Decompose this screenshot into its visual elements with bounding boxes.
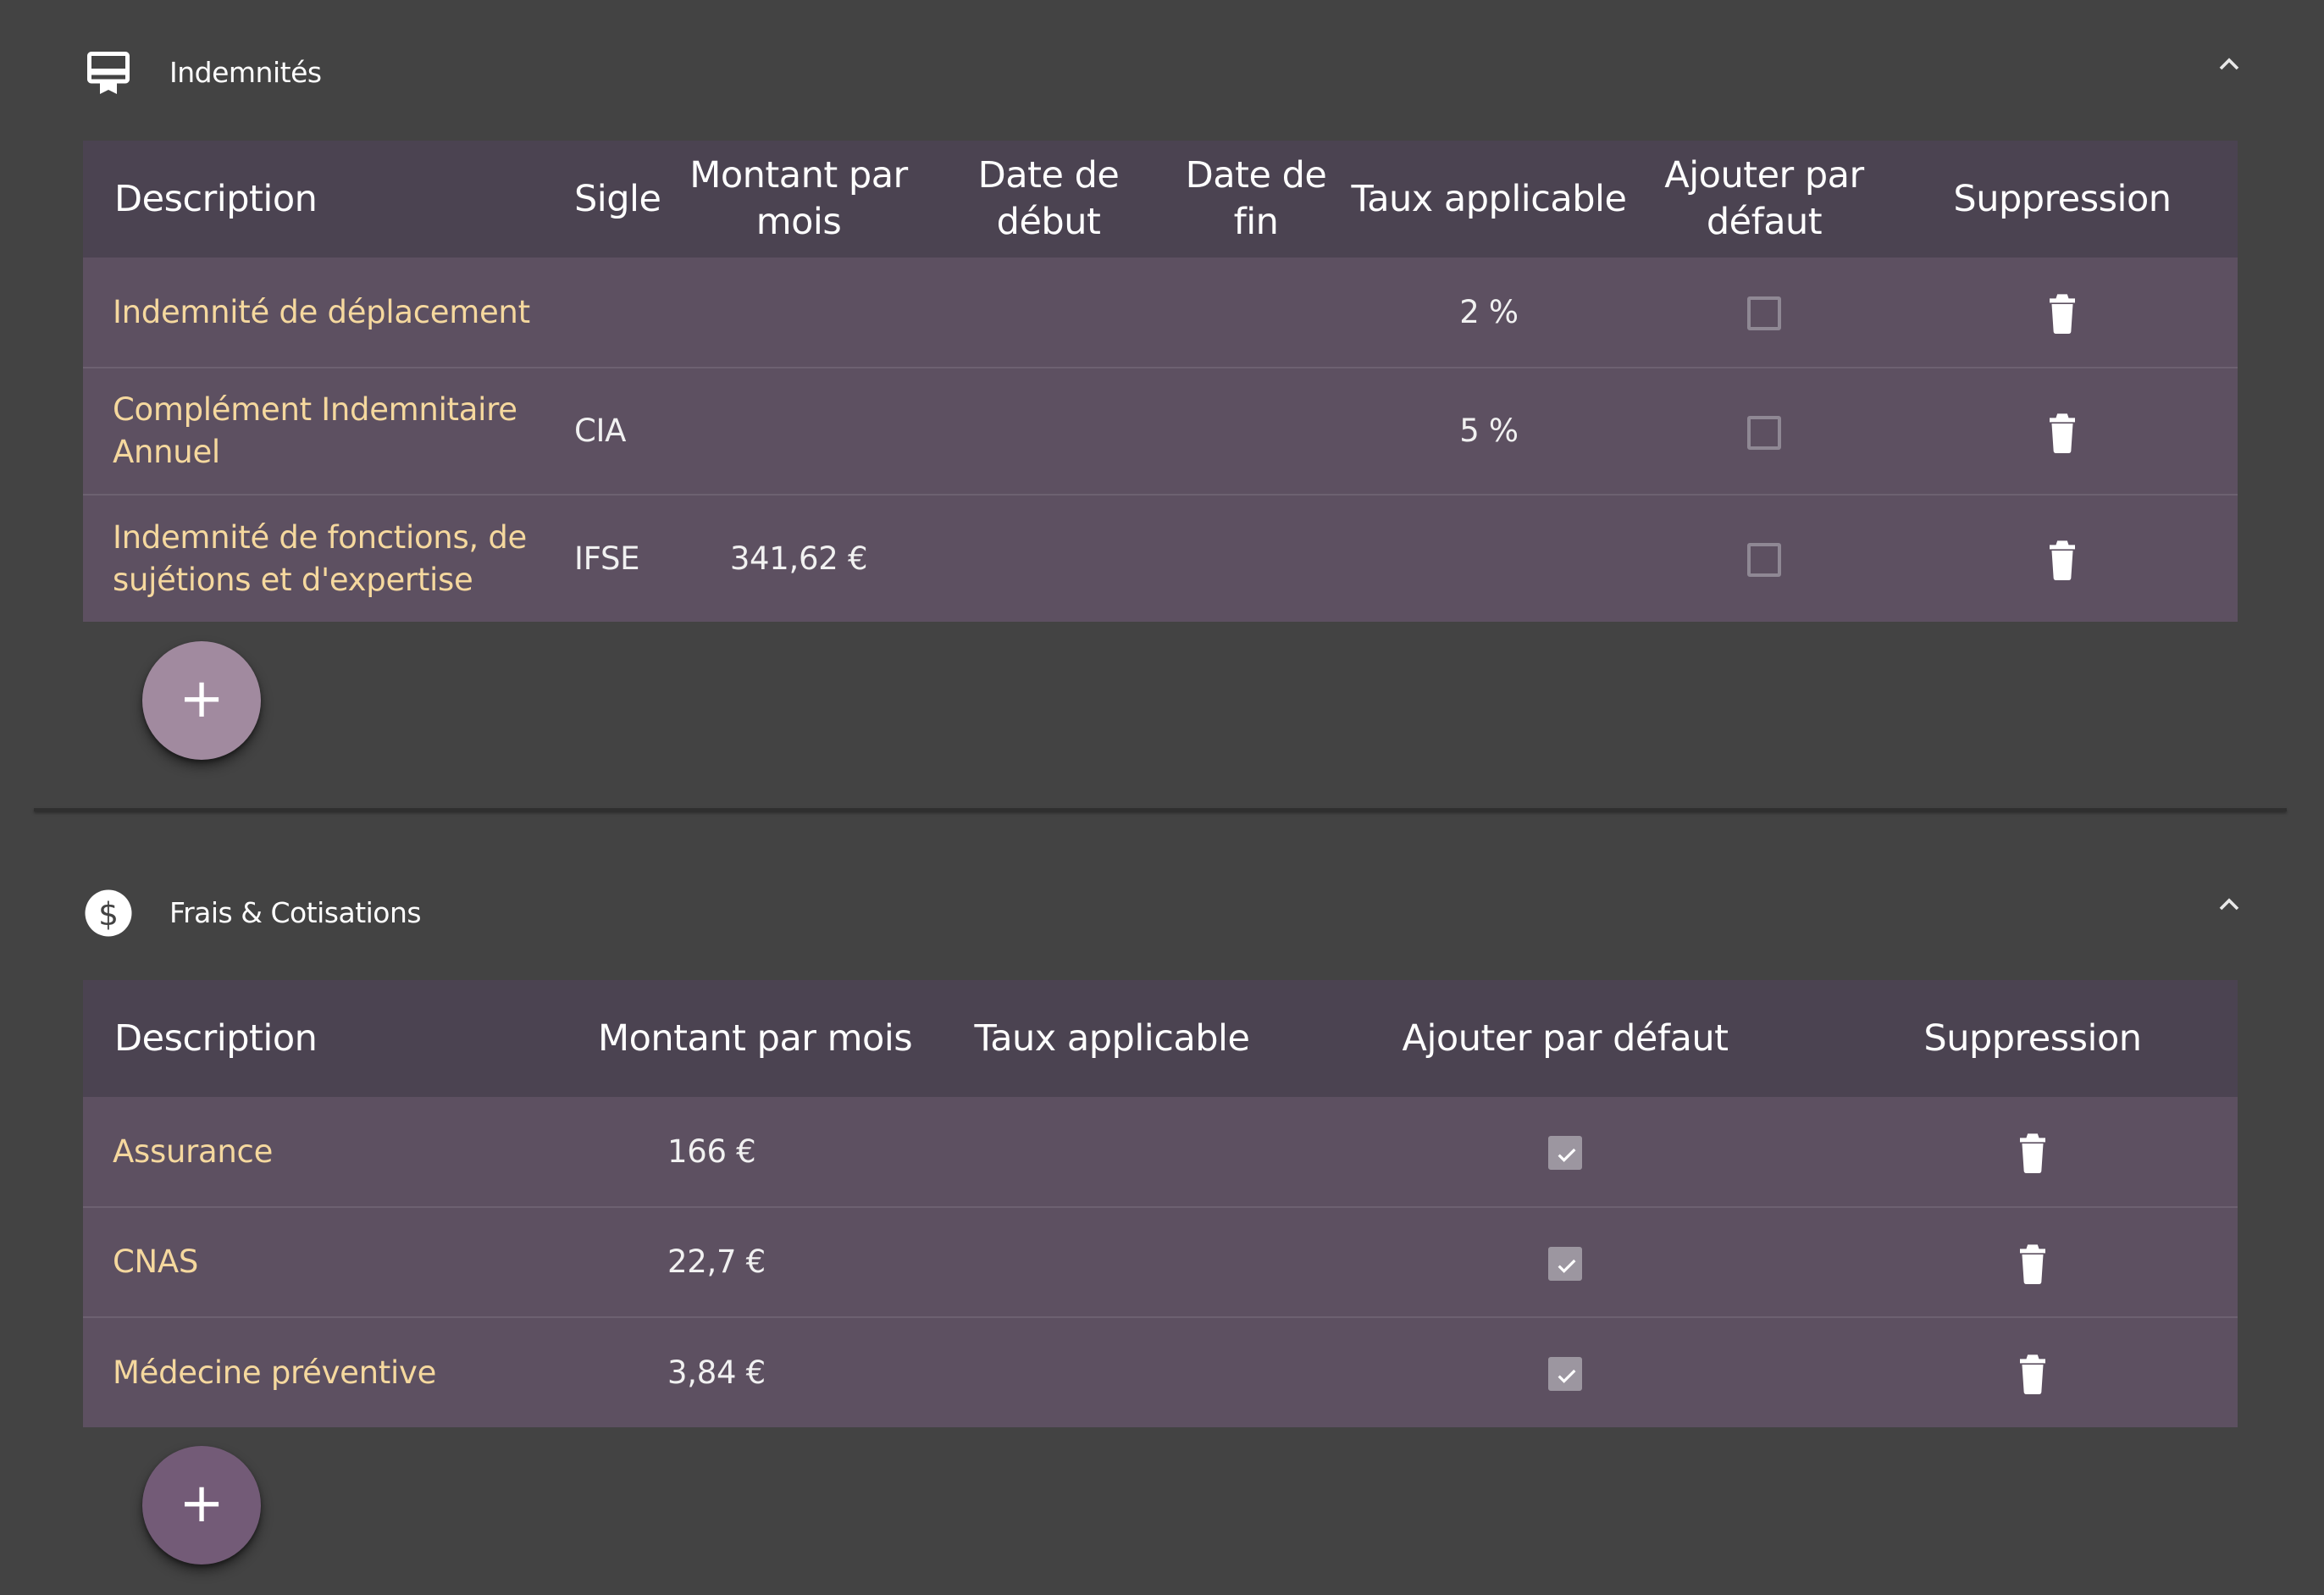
default-cell (1641, 368, 1887, 495)
description-cell: Assurance (113, 1133, 274, 1170)
default-checkbox[interactable] (1747, 415, 1781, 450)
frais-panel-header[interactable]: $ Frais & Cotisations (0, 872, 2324, 957)
chevron-up-icon[interactable] (2212, 888, 2246, 922)
col-ajouter[interactable]: Ajouter par défaut (1303, 980, 1828, 1097)
date-debut-cell (921, 258, 1176, 368)
svg-text:$: $ (98, 895, 119, 933)
delete-cell (1887, 368, 2238, 495)
trash-icon[interactable] (2016, 1131, 2050, 1174)
page: Indemnités Description Sigle Montant par… (0, 0, 2324, 1595)
montant-cell: 166 € (667, 1133, 756, 1170)
taux-cell (921, 1207, 1303, 1317)
col-ajouter[interactable]: Ajouter par défaut (1641, 141, 1887, 258)
date-fin-cell (1176, 368, 1336, 495)
col-montant[interactable]: Montant par mois (566, 980, 921, 1097)
default-cell (1641, 258, 1887, 368)
frais-table: Description Montant par mois Taux applic… (83, 980, 2238, 1427)
table-row[interactable]: Médecine préventive 3,84 € (83, 1317, 2238, 1427)
col-description[interactable]: Description (83, 141, 566, 258)
frais-title: Frais & Cotisations (169, 896, 422, 929)
default-checkbox[interactable] (1548, 1357, 1582, 1391)
default-checkbox[interactable] (1548, 1246, 1582, 1281)
default-cell (1303, 1097, 1828, 1207)
frais-header-row: Description Montant par mois Taux applic… (83, 980, 2238, 1097)
montant-cell: 3,84 € (667, 1354, 766, 1391)
default-cell (1303, 1317, 1828, 1427)
trash-icon[interactable] (2045, 538, 2079, 581)
table-row[interactable]: Indemnité de fonctions, de sujétions et … (83, 495, 2238, 622)
sigle-cell (566, 258, 676, 368)
montant-cell: 22,7 € (667, 1243, 766, 1280)
date-debut-cell (921, 368, 1176, 495)
trash-icon[interactable] (2016, 1242, 2050, 1284)
col-description[interactable]: Description (83, 980, 566, 1097)
description-cell: Indemnité de déplacement (113, 293, 530, 330)
trash-icon[interactable] (2045, 291, 2079, 335)
montant-cell: 341,62 € (729, 540, 868, 577)
trash-icon[interactable] (2045, 411, 2079, 453)
date-fin-cell (1176, 258, 1336, 368)
col-taux[interactable]: Taux applicable (921, 980, 1303, 1097)
col-taux[interactable]: Taux applicable (1336, 141, 1641, 258)
default-cell (1303, 1207, 1828, 1317)
table-row[interactable]: Assurance 166 € (83, 1097, 2238, 1207)
date-fin-cell (1176, 495, 1336, 622)
description-cell: CNAS (113, 1243, 199, 1280)
sigle-cell: CIA (574, 413, 627, 449)
indemnites-panel-header[interactable]: Indemnités (0, 32, 2324, 117)
taux-cell (1336, 495, 1641, 622)
indemnites-title: Indemnités (169, 56, 322, 89)
col-montant[interactable]: Montant par mois (676, 141, 921, 258)
add-frais-button[interactable]: + (142, 1446, 261, 1565)
table-row[interactable]: Indemnité de déplacement 2 % (83, 258, 2238, 368)
col-date-fin[interactable]: Date de fin (1176, 141, 1336, 258)
default-checkbox[interactable] (1747, 543, 1781, 577)
montant-cell (676, 258, 921, 368)
delete-cell (1828, 1317, 2238, 1427)
delete-cell (1887, 258, 2238, 368)
sigle-cell: IFSE (574, 540, 640, 577)
chevron-up-icon[interactable] (2212, 47, 2246, 81)
dollar-circle-icon: $ (85, 889, 132, 937)
card-membership-icon (87, 52, 130, 94)
description-cell: Complément Indemnitaire Annuel (113, 391, 517, 470)
default-checkbox[interactable] (1548, 1136, 1582, 1170)
trash-icon[interactable] (2016, 1352, 2050, 1395)
taux-cell (921, 1097, 1303, 1207)
default-checkbox[interactable] (1747, 296, 1781, 330)
delete-cell (1887, 495, 2238, 622)
section-divider (34, 808, 2287, 811)
table-row[interactable]: Complément Indemnitaire Annuel CIA 5 % (83, 368, 2238, 495)
description-cell: Médecine préventive (113, 1354, 437, 1391)
col-suppression[interactable]: Suppression (1887, 141, 2238, 258)
taux-cell: 2 % (1459, 293, 1519, 330)
add-indemnite-button[interactable]: + (142, 641, 261, 760)
table-row[interactable]: CNAS 22,7 € (83, 1207, 2238, 1317)
description-cell: Indemnité de fonctions, de sujétions et … (113, 518, 528, 598)
delete-cell (1828, 1097, 2238, 1207)
indemnites-header-row: Description Sigle Montant par mois Date … (83, 141, 2238, 258)
indemnites-table: Description Sigle Montant par mois Date … (83, 141, 2238, 622)
col-sigle[interactable]: Sigle (566, 141, 676, 258)
default-cell (1641, 495, 1887, 622)
taux-cell (921, 1317, 1303, 1427)
taux-cell: 5 % (1459, 413, 1519, 449)
col-suppression[interactable]: Suppression (1828, 980, 2238, 1097)
montant-cell (676, 368, 921, 495)
delete-cell (1828, 1207, 2238, 1317)
col-date-debut[interactable]: Date de début (921, 141, 1176, 258)
date-debut-cell (921, 495, 1176, 622)
